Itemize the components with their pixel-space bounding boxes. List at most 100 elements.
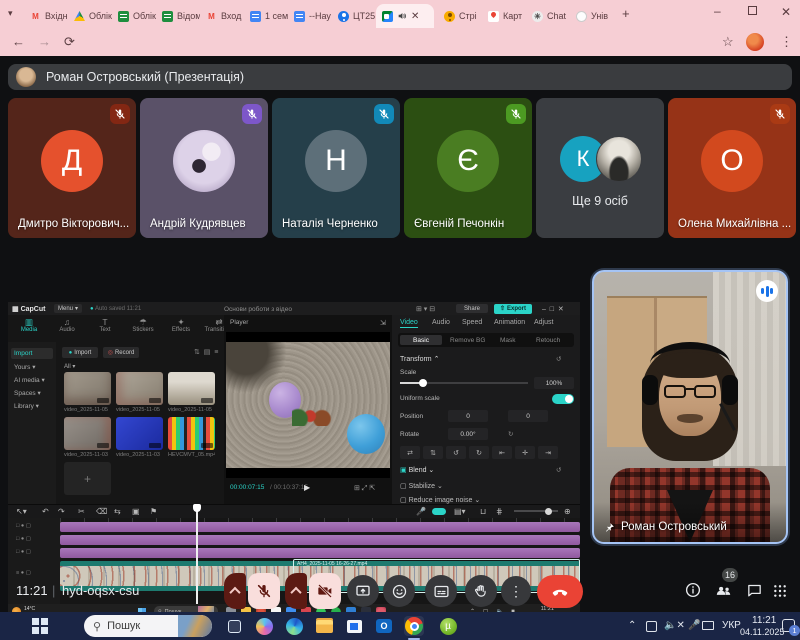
overflow-participants-tile[interactable]: К Ще 9 осіб <box>536 98 664 238</box>
edge-icon[interactable] <box>284 616 304 636</box>
blend-row[interactable]: ▣ Blend ⌄ <box>400 466 434 474</box>
browser-tab[interactable]: Облік <box>68 4 112 28</box>
capcut-ribbon-tab-audio[interactable]: ♫Audio <box>48 317 86 333</box>
position-x-field[interactable]: 0 <box>448 410 488 422</box>
align-right-button[interactable]: ⇥ <box>538 446 558 459</box>
browser-tab[interactable]: Карт <box>482 4 526 28</box>
stabilize-row[interactable]: ▢ Stabilize ⌄ <box>400 482 443 490</box>
split-icon[interactable]: ✂ <box>78 507 85 516</box>
tray-speaker-muted-icon[interactable]: 🔈✕ <box>664 620 685 631</box>
capcut-layout-icons[interactable]: ⊞ ▾ ⊟ <box>416 305 435 313</box>
crop-icon[interactable]: ▣ <box>132 507 140 516</box>
camera-off-button[interactable] <box>309 573 341 609</box>
blend-reset-icon[interactable]: ↺ <box>556 466 561 474</box>
capcut-sidebar-item-ai-media[interactable]: AI media ▾ <box>14 376 45 384</box>
browser-tab[interactable]: Облік <box>112 4 156 28</box>
rotate-left-button[interactable]: ↺ <box>446 446 466 459</box>
capcut-sidebar-item-yours[interactable]: Yours ▾ <box>14 363 35 371</box>
track-header-icons[interactable]: □ ● ▢ <box>16 536 31 542</box>
flip-horizontal-button[interactable]: ⇄ <box>400 446 420 459</box>
player-expand-icon[interactable]: ⇲ <box>380 319 386 327</box>
inspector-tab-audio[interactable]: Audio <box>432 319 450 326</box>
chrome-icon-active[interactable] <box>404 616 424 636</box>
outlook-icon[interactable]: O <box>374 616 394 636</box>
participant-tile[interactable]: Н Наталія Черненко <box>272 98 400 238</box>
capcut-window-controls[interactable]: – □ ✕ <box>542 305 564 313</box>
browser-tab[interactable]: Стрі <box>438 4 482 28</box>
rotate-dial-icon[interactable]: ↻ <box>508 430 513 438</box>
reactions-button[interactable] <box>383 575 415 607</box>
capcut-ribbon-tab-stickers[interactable]: ☂Stickers <box>124 317 162 333</box>
browser-tab[interactable]: Відом <box>156 4 200 28</box>
inspector-tab-adjust[interactable]: Adjust <box>534 319 553 326</box>
auto-cut-icon[interactable]: ▤▾ <box>454 507 466 516</box>
meeting-details-icon[interactable] <box>684 581 702 604</box>
reduce-noise-row[interactable]: ▢ Reduce image noise ⌄ <box>400 496 480 504</box>
browser-tab[interactable]: ✳Chat <box>526 4 570 28</box>
participant-tile[interactable]: Є Євгеній Печонкін <box>404 98 532 238</box>
zoom-fit-icon[interactable]: ⊕ <box>564 507 571 516</box>
inspector-tab-animation[interactable]: Animation <box>494 319 525 326</box>
mic-options-chevron[interactable] <box>224 573 246 609</box>
reload-icon[interactable]: ⟳ <box>64 34 75 50</box>
browser-menu-icon[interactable]: ⋮ <box>780 34 793 50</box>
present-screen-button[interactable] <box>347 575 379 607</box>
bookmark-star-icon[interactable]: ☆ <box>722 34 734 50</box>
tray-display-icon[interactable] <box>702 621 714 630</box>
forward-icon[interactable]: → <box>38 34 51 49</box>
back-icon[interactable]: ← <box>12 34 25 49</box>
self-view-tile[interactable]: Роман Островський <box>592 270 788 544</box>
more-options-button[interactable]: ⋮ <box>501 576 531 606</box>
utorrent-icon[interactable]: µ <box>438 616 458 636</box>
timeline-zoom-slider[interactable] <box>514 510 558 512</box>
scale-value-field[interactable]: 100% <box>534 377 574 389</box>
capcut-ribbon-tab-text[interactable]: TText <box>86 317 124 333</box>
position-y-field[interactable]: 0 <box>508 410 548 422</box>
capcut-export-button[interactable]: ⇧ Export <box>494 304 532 314</box>
participant-tile[interactable]: О Олена Михайлівна ... <box>668 98 796 238</box>
copilot-icon[interactable] <box>254 616 274 636</box>
tab-close-icon[interactable]: ✕ <box>411 11 419 22</box>
browser-tab[interactable]: 1 сем <box>244 4 288 28</box>
capcut-ribbon-tab-media[interactable]: ▥Media <box>10 317 48 333</box>
chat-panel-icon[interactable] <box>746 582 763 604</box>
uniform-scale-toggle[interactable] <box>552 394 574 404</box>
text-track[interactable] <box>60 522 580 532</box>
capcut-share-button[interactable]: Share <box>456 304 488 313</box>
link-icon[interactable]: ⋕ <box>496 507 503 516</box>
text-track[interactable] <box>60 548 580 558</box>
browser-tab[interactable]: MВхідн <box>24 4 68 28</box>
participant-tile[interactable]: Андрій Кудрявцев <box>140 98 268 238</box>
media-clip-thumbnail[interactable] <box>168 417 215 450</box>
player-play-button[interactable]: ▶ <box>304 483 310 492</box>
subtab-mask[interactable]: Mask <box>500 337 516 344</box>
subtab-remove-bg[interactable]: Remove BG <box>450 337 485 344</box>
align-center-button[interactable]: ✛ <box>515 446 535 459</box>
media-clip-thumbnail[interactable] <box>116 372 163 405</box>
store-icon[interactable] <box>344 616 364 636</box>
capcut-sidebar-item-import[interactable]: Import <box>11 348 53 359</box>
tray-clock-date[interactable]: 04.11.2025 <box>740 627 784 637</box>
profile-avatar[interactable] <box>746 33 764 51</box>
capcut-sidebar-item-library[interactable]: Library ▾ <box>14 402 39 410</box>
rotate-value-field[interactable]: 0.00° <box>448 428 488 440</box>
mirror-icon[interactable]: ⇆ <box>114 507 121 516</box>
voiceover-mic-icon[interactable]: 🎤 <box>416 507 426 516</box>
new-tab-button[interactable]: + <box>622 6 630 21</box>
delete-icon[interactable]: ⌫ <box>96 507 107 516</box>
marker-icon[interactable]: ⚑ <box>150 507 157 516</box>
inspector-tab-video[interactable]: Video <box>400 319 418 328</box>
transform-reset-icon[interactable]: ↺ <box>556 355 561 363</box>
select-tool-icon[interactable]: ↖▾ <box>16 507 27 516</box>
tray-language[interactable]: УКР <box>722 620 741 631</box>
capcut-media-filter[interactable]: All ▾ <box>64 363 75 370</box>
browser-tab[interactable]: MВход <box>200 4 244 28</box>
browser-tab[interactable]: --Нау <box>288 4 332 28</box>
participant-tile[interactable]: Д Дмитро Вікторович... <box>8 98 136 238</box>
browser-tab-active-meet[interactable]: ✕ <box>376 4 434 28</box>
magnet-icon[interactable]: ⊔ <box>480 507 486 516</box>
track-header-icons[interactable]: □ ● ▢ <box>16 549 31 555</box>
inspector-tab-speed[interactable]: Speed <box>462 319 482 326</box>
start-button[interactable] <box>32 618 48 634</box>
flip-vertical-button[interactable]: ⇅ <box>423 446 443 459</box>
